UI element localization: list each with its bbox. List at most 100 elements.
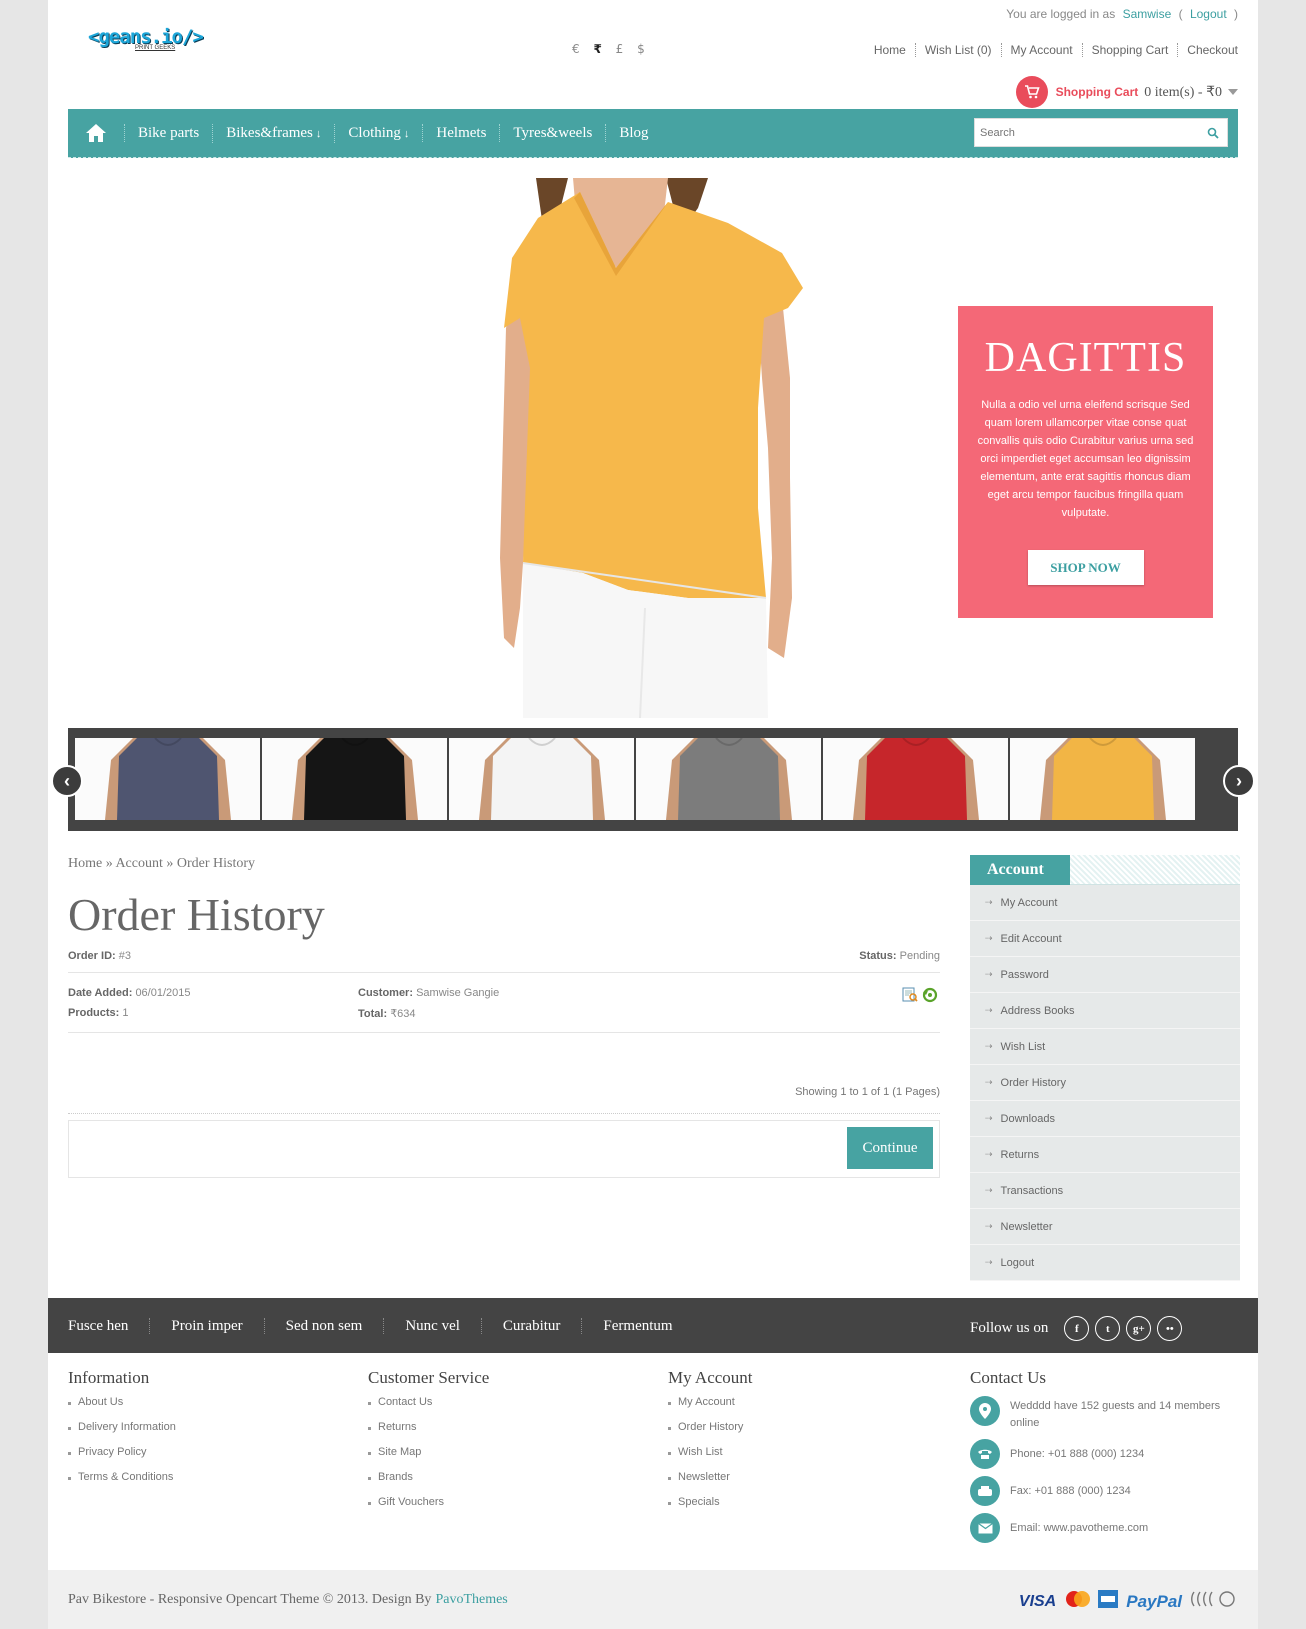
arrow-right-icon: ⇢ [985,1005,993,1015]
search-icon[interactable] [1207,126,1219,144]
footer-link[interactable]: About Us [68,1396,176,1421]
order-total-value: ₹634 [390,1008,416,1020]
shop-now-button[interactable]: SHOP NOW [1027,550,1144,585]
carousel-thumbnail[interactable] [75,738,260,820]
sidebar-item-password[interactable]: ⇢ Password [970,957,1240,993]
sidebar-item-label: Newsletter [1000,1220,1053,1233]
continue-button[interactable]: Continue [847,1127,933,1169]
envelope-icon [970,1513,1000,1543]
footer-link[interactable]: Terms & Conditions [68,1471,176,1496]
follow-label: Follow us on [970,1320,1049,1336]
footer-link[interactable]: My Account [668,1396,753,1421]
footer-link[interactable]: Returns [368,1421,489,1446]
toplink-checkout[interactable]: Checkout [1177,43,1238,57]
toplink-home[interactable]: Home [865,43,915,57]
contactless-icon [1190,1590,1238,1613]
arrow-right-icon: ⇢ [985,933,993,943]
footer-link-sed-non-sem[interactable]: Sed non sem [263,1317,384,1334]
toplink-my-account[interactable]: My Account [1000,43,1082,57]
nav-item-bike-parts[interactable]: Bike parts [124,124,212,142]
order-status: Status: Pending [859,950,940,962]
sidebar-item-address-books[interactable]: ⇢ Address Books [970,993,1240,1029]
nav-item-blog[interactable]: Blog [605,124,661,142]
cart-widget[interactable]: Shopping Cart 0 item(s) - ₹0 [1015,76,1238,108]
carousel-thumbnail[interactable] [1010,738,1195,820]
footer-link[interactable]: Gift Vouchers [368,1496,489,1521]
currency-rupee[interactable]: ₹ [593,42,601,56]
order-products-label: Products: [68,1007,120,1019]
username-link[interactable]: Samwise [1123,7,1172,21]
page: <geans.io/> PRINT GEEKS € ₹ £ $ You are … [48,0,1258,1629]
cart-label: Shopping Cart [1055,85,1139,99]
footer-link-fermentum[interactable]: Fermentum [581,1317,693,1334]
logout-link[interactable]: Logout [1190,7,1227,21]
footer-link[interactable]: Brands [368,1471,489,1496]
view-order-icon[interactable] [902,987,918,1006]
footer-link[interactable]: Delivery Information [68,1421,176,1446]
contact-online-text: Wedddd have 152 guests and 14 members on… [1010,1400,1221,1429]
flickr-icon[interactable]: •• [1157,1316,1183,1341]
footer-link[interactable]: Wish List [668,1446,753,1471]
sidebar-item-label: Transactions [1000,1184,1064,1197]
toplink-shopping-cart[interactable]: Shopping Cart [1081,43,1178,57]
arrow-right-icon: ⇢ [985,897,993,907]
nav-label: Tyres&weels [513,125,593,141]
order-total: Total: ₹634 [358,1007,416,1020]
copyright-text: Pav Bikestore - Responsive Opencart Them… [68,1591,432,1607]
breadcrumb[interactable]: Home » Account » Order History [68,856,255,872]
nav-item-tyres-weels[interactable]: Tyres&weels [499,124,605,142]
footer-link[interactable]: Order History [668,1421,753,1446]
reorder-icon[interactable] [922,987,938,1006]
currency-pound[interactable]: £ [616,42,624,56]
footer-link[interactable]: Site Map [368,1446,489,1471]
carousel-thumbnail[interactable] [262,738,447,820]
home-icon[interactable] [68,123,124,143]
sidebar-item-downloads[interactable]: ⇢ Downloads [970,1101,1240,1137]
footer-link[interactable]: Specials [668,1496,753,1521]
footer-link-curabitur[interactable]: Curabitur [480,1317,582,1334]
nav-item-clothing[interactable]: Clothing ↓ [334,123,422,143]
sidebar-item-my-account[interactable]: ⇢ My Account [970,885,1240,921]
visa-icon: VISA [1018,1592,1057,1610]
currency-switcher: € ₹ £ $ [572,42,655,56]
sidebar-item-transactions[interactable]: ⇢ Transactions [970,1173,1240,1209]
arrow-right-icon: ⇢ [985,1149,993,1159]
order-total-label: Total: [358,1008,388,1020]
pavothemes-link[interactable]: PavoThemes [435,1592,507,1608]
sidebar-item-wish-list[interactable]: ⇢ Wish List [970,1029,1240,1065]
sidebar-item-logout[interactable]: ⇢ Logout [970,1245,1240,1281]
sidebar-item-order-history[interactable]: ⇢ Order History [970,1065,1240,1101]
google-plus-icon[interactable]: g+ [1126,1316,1152,1341]
site-logo[interactable]: <geans.io/> PRINT GEEKS [88,26,218,60]
order-status-label: Status: [859,950,897,962]
nav-item-bikes-frames[interactable]: Bikes&frames ↓ [212,123,334,143]
currency-dollar[interactable]: $ [637,42,645,56]
sidebar-item-edit-account[interactable]: ⇢ Edit Account [970,921,1240,957]
follow-us: Follow us on f t g+ •• [970,1316,1183,1341]
facebook-icon[interactable]: f [1064,1316,1090,1341]
footer-link-nunc-vel[interactable]: Nunc vel [383,1317,481,1334]
toplink-wishlist[interactable]: Wish List (0) [914,43,1001,57]
footer-link[interactable]: Contact Us [368,1396,489,1421]
paypal-icon: PayPal [1126,1591,1182,1611]
sidebar-item-newsletter[interactable]: ⇢ Newsletter [970,1209,1240,1245]
carousel-prev-icon[interactable]: ‹ [51,765,83,797]
twitter-icon[interactable]: t [1095,1316,1121,1341]
footer-link[interactable]: Privacy Policy [68,1446,176,1471]
sidebar-item-returns[interactable]: ⇢ Returns [970,1137,1240,1173]
currency-euro[interactable]: € [572,42,580,56]
carousel-next-icon[interactable]: › [1223,765,1255,797]
sidebar-item-label: Logout [1000,1256,1035,1269]
footer-link-fusce-hen[interactable]: Fusce hen [68,1318,149,1334]
paren-open: ( [1178,7,1183,21]
footer-link-proin-imper[interactable]: Proin imper [149,1317,263,1334]
carousel-thumbnail[interactable] [449,738,634,820]
footer-link[interactable]: Newsletter [668,1471,753,1496]
footer-col-information: Information About Us Delivery Informatio… [68,1368,176,1496]
carousel-thumbnail[interactable] [636,738,821,820]
arrow-right-icon: ⇢ [985,1257,993,1267]
search-input[interactable] [975,119,1175,146]
nav-label: Bikes&frames [226,124,313,141]
nav-item-helmets[interactable]: Helmets [422,124,499,142]
carousel-thumbnail[interactable] [823,738,1008,820]
